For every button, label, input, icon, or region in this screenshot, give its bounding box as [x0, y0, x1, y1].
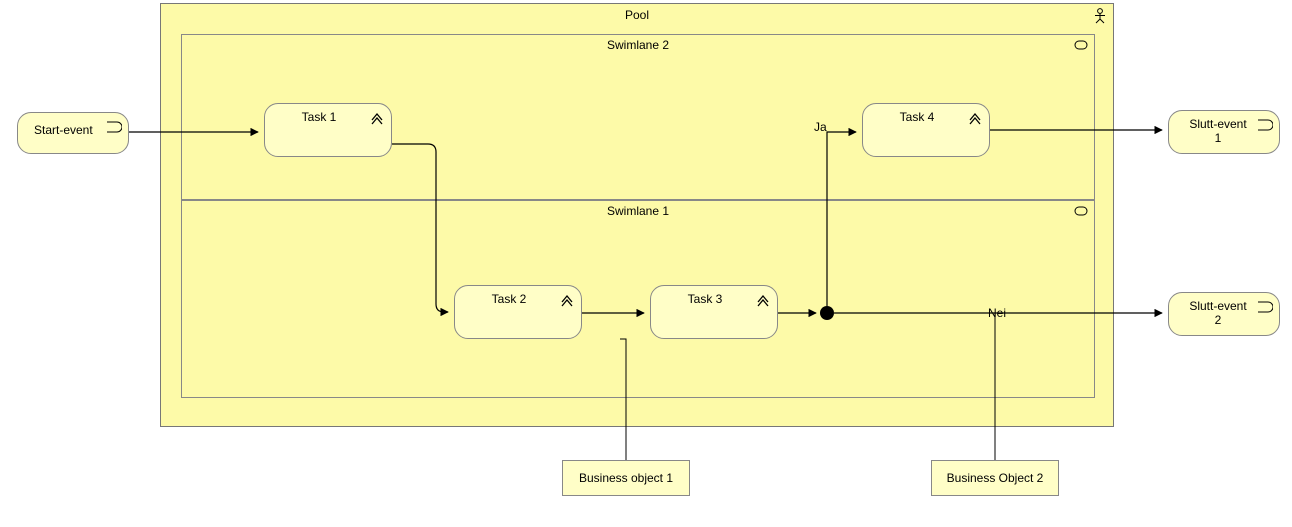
task-1[interactable]: Task 1 — [264, 103, 392, 157]
business-object-2-label: Business Object 2 — [947, 471, 1044, 485]
swimlane-1[interactable]: Swimlane 1 — [181, 200, 1095, 398]
gateway-junction[interactable] — [820, 306, 834, 320]
start-event-label: Start-event — [28, 123, 100, 137]
task-1-label: Task 1 — [275, 110, 363, 124]
flow-label-nei: Nei — [988, 306, 1006, 320]
chevron-icon — [559, 292, 575, 308]
slutt-event-2-label: Slutt-event 2 — [1179, 299, 1251, 327]
business-object-1[interactable]: Business object 1 — [562, 460, 690, 496]
start-event[interactable]: Start-event — [17, 112, 129, 154]
swimlane-1-title: Swimlane 1 — [182, 201, 1094, 221]
task-2[interactable]: Task 2 — [454, 285, 582, 339]
role-icon — [1074, 205, 1088, 220]
swimlane-2-title: Swimlane 2 — [182, 35, 1094, 55]
chevron-icon — [755, 292, 771, 308]
business-object-1-label: Business object 1 — [579, 471, 673, 485]
event-icon — [1257, 117, 1273, 133]
actor-icon — [1093, 8, 1107, 27]
diagram-canvas: Pool Swimlane 2 Swimlane 1 — [0, 0, 1292, 527]
event-icon — [1257, 299, 1273, 315]
role-icon — [1074, 39, 1088, 54]
chevron-icon — [369, 110, 385, 126]
task-4[interactable]: Task 4 — [862, 103, 990, 157]
slutt-event-1-label: Slutt-event 1 — [1179, 117, 1251, 145]
slutt-event-1[interactable]: Slutt-event 1 — [1168, 110, 1280, 154]
task-2-label: Task 2 — [465, 292, 553, 306]
task-3[interactable]: Task 3 — [650, 285, 778, 339]
task-4-label: Task 4 — [873, 110, 961, 124]
pool-title: Pool — [161, 4, 1113, 26]
task-3-label: Task 3 — [661, 292, 749, 306]
slutt-event-2[interactable]: Slutt-event 2 — [1168, 292, 1280, 336]
event-icon — [106, 119, 122, 135]
business-object-2[interactable]: Business Object 2 — [931, 460, 1059, 496]
flow-label-ja: Ja — [814, 120, 827, 134]
chevron-icon — [967, 110, 983, 126]
pool[interactable]: Pool Swimlane 2 Swimlane 1 — [160, 3, 1114, 427]
